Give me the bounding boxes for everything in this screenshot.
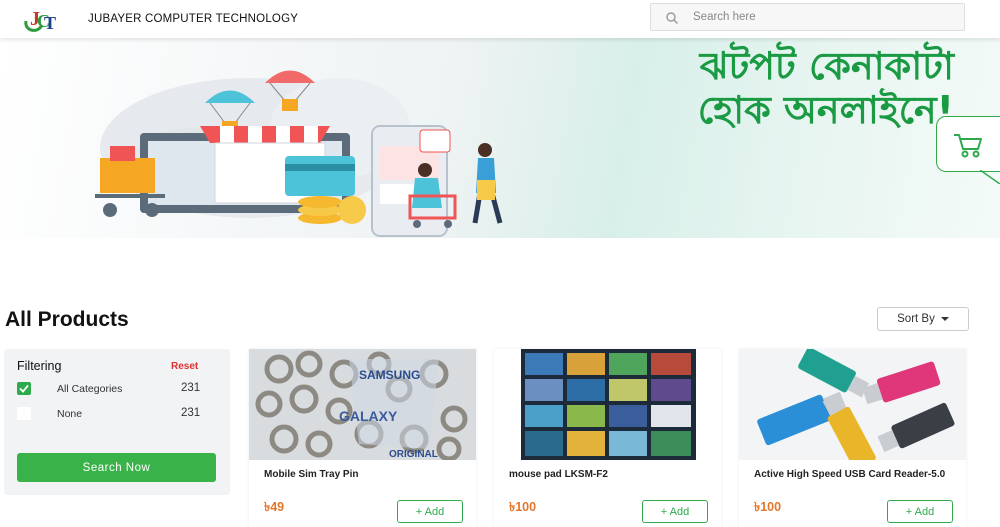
- product-name[interactable]: mouse pad LKSM-F2: [509, 468, 709, 481]
- page-title: All Products: [5, 308, 129, 331]
- brand-logo[interactable]: J C T: [22, 3, 60, 35]
- add-to-cart-button[interactable]: + Add: [887, 500, 953, 523]
- sort-dropdown[interactable]: Sort By: [877, 307, 969, 331]
- brand-name: JUBAYER COMPUTER TECHNOLOGY: [88, 13, 299, 25]
- checkbox-unchecked-icon[interactable]: [17, 407, 31, 420]
- floating-cart-button[interactable]: [936, 116, 1000, 172]
- search-box[interactable]: [650, 3, 965, 31]
- filter-option-count: 231: [181, 382, 201, 394]
- product-card[interactable]: mouse pad LKSM-F2 ৳100 + Add: [494, 349, 721, 527]
- product-image[interactable]: [739, 349, 966, 460]
- cart-tab-tail: [980, 170, 1000, 184]
- search-icon: [666, 12, 678, 24]
- hero-banner: ঝটপট কেনাকাটা হোক অনলাইনে!: [0, 38, 1000, 238]
- reset-link[interactable]: Reset: [171, 361, 198, 372]
- filter-panel: Filtering Reset All Categories 231 None …: [4, 349, 230, 495]
- top-header: J C T JUBAYER COMPUTER TECHNOLOGY: [0, 0, 1000, 38]
- shopping-illustration: [95, 70, 503, 237]
- product-price: ৳100: [754, 500, 782, 514]
- filter-option-label: None: [57, 408, 83, 420]
- product-name[interactable]: Mobile Sim Tray Pin: [264, 468, 464, 481]
- search-input[interactable]: [685, 6, 955, 28]
- banner-slogan: ঝটপট কেনাকাটা হোক অনলাইনে!: [698, 44, 954, 132]
- svg-text:GALAXY: GALAXY: [339, 408, 398, 424]
- add-to-cart-button[interactable]: + Add: [642, 500, 708, 523]
- product-card[interactable]: SAMSUNG GALAXY ORIGINAL Mobile Sim Tray …: [249, 349, 476, 527]
- banner-line-1: ঝটপট কেনাকাটা: [699, 44, 954, 88]
- sort-label: Sort By: [897, 313, 935, 325]
- svg-text:ORIGINAL: ORIGINAL: [389, 449, 438, 460]
- product-price: ৳100: [509, 500, 537, 514]
- filter-title: Filtering: [17, 359, 62, 373]
- caret-down-icon: [940, 316, 949, 321]
- product-image[interactable]: [494, 349, 721, 460]
- svg-text:T: T: [44, 13, 56, 33]
- add-to-cart-button[interactable]: + Add: [397, 500, 463, 523]
- filter-option-none[interactable]: None 231: [17, 406, 207, 422]
- filter-option-count: 231: [181, 407, 201, 419]
- banner-line-2: হোক অনলাইনে!: [697, 88, 954, 132]
- product-name[interactable]: Active High Speed USB Card Reader-5.0: [754, 468, 954, 481]
- product-card[interactable]: Active High Speed USB Card Reader-5.0 ৳1…: [739, 349, 966, 527]
- svg-text:SAMSUNG: SAMSUNG: [359, 368, 420, 382]
- filter-option-all-categories[interactable]: All Categories 231: [17, 381, 207, 397]
- cart-icon: [954, 134, 982, 158]
- checkbox-checked-icon[interactable]: [17, 382, 31, 395]
- filter-option-label: All Categories: [57, 383, 123, 395]
- product-price: ৳49: [264, 500, 285, 514]
- product-image[interactable]: SAMSUNG GALAXY ORIGINAL: [249, 349, 476, 460]
- search-now-button[interactable]: Search Now: [17, 453, 216, 482]
